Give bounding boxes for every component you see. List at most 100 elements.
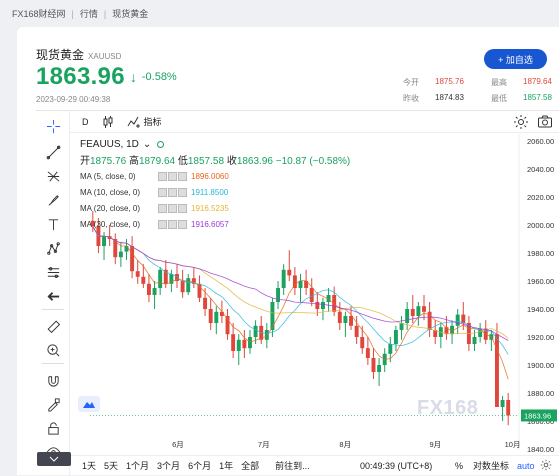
stats-left: 今开 1875.76 昨收 1874.83 <box>403 77 464 109</box>
collapse-toolbar-button[interactable] <box>37 452 71 466</box>
y-tick-label: 1840.00 <box>527 445 554 454</box>
candle-body <box>242 339 247 349</box>
candle-body <box>208 309 213 323</box>
breadcrumb-separator: | <box>103 8 107 19</box>
ma-controls[interactable] <box>158 219 187 229</box>
indicators-label: 指标 <box>143 117 162 127</box>
forecast-icon[interactable] <box>43 263 63 281</box>
range-6m[interactable]: 6个月 <box>188 459 211 472</box>
x-tick-label: 9月 <box>430 440 442 449</box>
candle-body <box>332 295 337 312</box>
candle-body <box>309 288 314 302</box>
prev-close-label: 昨收 <box>403 94 419 103</box>
ma-value: 1896.0060 <box>191 171 229 181</box>
instrument-name: 现货黄金 <box>36 48 85 62</box>
chart-legend: FEAUUS, 1D ⌄ 开1875.76 高1879.64 低1857.58 … <box>80 139 350 231</box>
range-1m[interactable]: 1个月 <box>126 459 149 472</box>
range-5d[interactable]: 5天 <box>104 459 118 472</box>
y-tick-label: 1900.00 <box>527 361 554 370</box>
magnet-icon[interactable] <box>43 371 63 389</box>
quote-timestamp: 2023-09-29 00:49:38 <box>36 95 111 104</box>
candle-body <box>315 302 320 309</box>
candle-body <box>388 344 393 354</box>
ma-label: MA (20, close, 0) <box>80 203 141 213</box>
clock[interactable]: 00:49:39 (UTC+8) <box>360 461 432 471</box>
text-icon[interactable] <box>43 215 63 233</box>
ma-value: 1916.5235 <box>191 203 229 213</box>
ruler-icon[interactable] <box>43 317 63 335</box>
ma-controls[interactable] <box>158 171 187 181</box>
symbol-label[interactable]: FEAUUS, 1D <box>80 139 139 150</box>
candle-body <box>146 283 151 295</box>
toolbar-divider <box>42 363 64 364</box>
arrow-left-icon[interactable] <box>43 287 63 305</box>
candle-body <box>231 334 236 351</box>
log-scale-toggle[interactable]: 对数坐标 <box>473 459 509 472</box>
range-1y[interactable]: 1年 <box>219 459 233 472</box>
candle-body <box>320 302 325 309</box>
candle-type-icon[interactable] <box>101 115 115 129</box>
candle-body <box>236 339 241 351</box>
range-3m[interactable]: 3个月 <box>157 459 180 472</box>
pattern-icon[interactable] <box>43 239 63 257</box>
camera-icon[interactable] <box>537 114 553 130</box>
high-label: 最高 <box>491 78 507 87</box>
brush-icon[interactable] <box>43 191 63 209</box>
y-tick-label: 1940.00 <box>527 305 554 314</box>
candle-body <box>248 337 252 349</box>
candle-body <box>186 278 191 293</box>
interval-button[interactable]: D <box>82 117 89 127</box>
trendline-icon[interactable] <box>43 143 63 161</box>
y-tick-label: 2060.00 <box>527 137 554 146</box>
x-tick-label: 7月 <box>258 440 270 449</box>
candle-body <box>287 269 292 276</box>
tradingview-logo-icon[interactable] <box>78 396 100 412</box>
instrument-title: 现货黄金 XAUUSD <box>36 46 121 63</box>
ma-value: 1916.6057 <box>191 219 229 229</box>
indicators-button[interactable]: 指标 <box>127 115 162 128</box>
watermark-logo: FX168 <box>417 397 479 419</box>
y-tick-label: 2020.00 <box>527 193 554 202</box>
fib-icon[interactable] <box>43 167 63 185</box>
breadcrumb-home[interactable]: FX168财经网 <box>12 7 66 20</box>
candle-body <box>365 348 370 358</box>
ma-controls[interactable] <box>158 203 187 213</box>
chevron-down-icon[interactable]: ⌄ <box>143 139 151 150</box>
zoom-in-icon[interactable] <box>43 341 63 359</box>
candle-body <box>405 309 410 323</box>
chart-bottom-bar: 1天 5天 1个月 3个月 6个月 1年 全部 前往到... 00:49:39 … <box>70 455 559 475</box>
symbol-row: FEAUUS, 1D ⌄ <box>80 139 350 150</box>
percent-toggle[interactable]: % <box>455 461 463 471</box>
low-legend-label: 低 <box>177 156 188 167</box>
candle-body <box>422 306 426 312</box>
chart-top-toolbar: D 指标 <box>70 111 559 133</box>
candle-body <box>180 281 185 293</box>
ma-row[interactable]: MA (10, close, 0) 1911.8500 <box>80 185 350 199</box>
add-watchlist-button[interactable]: + 加自选 <box>484 49 547 69</box>
prev-close-value: 1874.83 <box>435 93 464 102</box>
ma-row[interactable]: MA (30, close, 0) 1916.6057 <box>80 217 350 231</box>
breadcrumb-market[interactable]: 行情 <box>80 7 98 20</box>
toolbar-divider <box>42 309 64 310</box>
goto-date-button[interactable]: 前往到... <box>275 459 310 472</box>
ma-row[interactable]: MA (5, close, 0) 1896.0060 <box>80 169 350 183</box>
crosshair-icon[interactable] <box>43 117 63 135</box>
candle-body <box>472 337 477 344</box>
auto-scale-toggle[interactable]: auto <box>517 461 535 471</box>
candle-body <box>152 288 157 295</box>
breadcrumb-separator: | <box>71 8 74 19</box>
range-1d[interactable]: 1天 <box>82 459 96 472</box>
range-all[interactable]: 全部 <box>241 459 259 472</box>
open-value: 1875.76 <box>435 77 464 86</box>
x-tick-label: 8月 <box>339 440 351 449</box>
chart-settings-icon[interactable] <box>540 459 552 471</box>
candle-body <box>416 306 421 316</box>
candle-body <box>337 311 342 323</box>
ma-row[interactable]: MA (20, close, 0) 1916.5235 <box>80 201 350 215</box>
breadcrumb-current: 现货黄金 <box>112 9 149 19</box>
settings-gear-icon[interactable] <box>513 114 529 130</box>
ma-controls[interactable] <box>158 187 187 197</box>
lock-icon[interactable] <box>43 419 63 437</box>
y-tick-label: 1920.00 <box>527 333 554 342</box>
lock-drawing-icon[interactable] <box>43 395 63 413</box>
